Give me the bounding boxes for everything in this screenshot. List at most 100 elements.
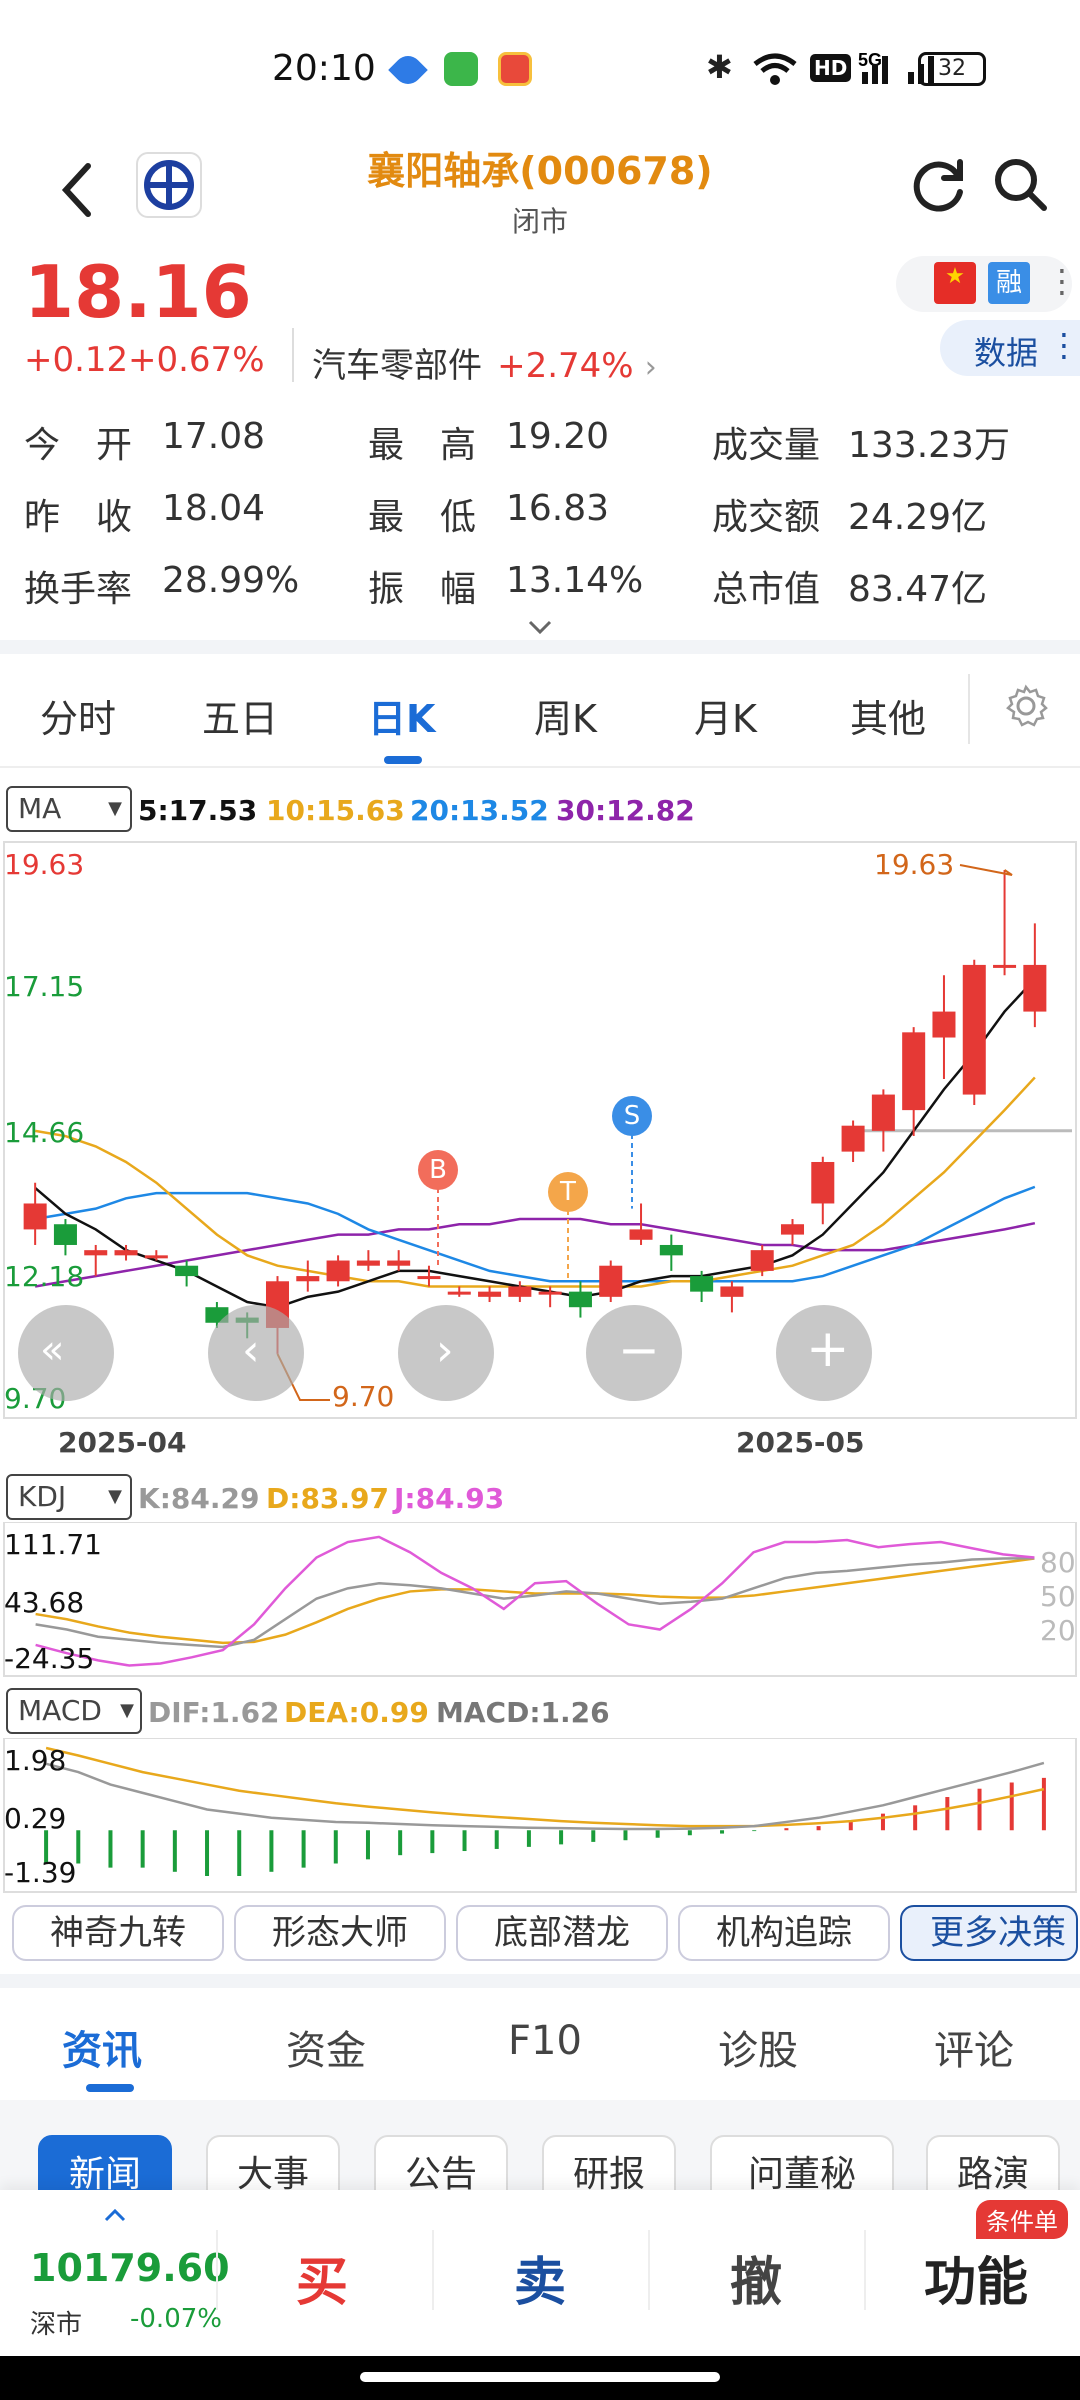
- section-divider: [0, 1974, 1080, 1988]
- candle-body: [871, 1094, 895, 1131]
- conditional-order-badge[interactable]: 条件单: [976, 2200, 1068, 2239]
- zoom-out-button[interactable]: −: [586, 1305, 682, 1401]
- svg-text:5G: 5G: [858, 50, 882, 70]
- sell-marker-label: S: [623, 1101, 641, 1131]
- x-axis-label: 2025-04: [58, 1426, 187, 1459]
- refresh-icon[interactable]: [910, 154, 970, 214]
- scroll-left-fast-button[interactable]: «: [18, 1305, 114, 1401]
- tab-wuri[interactable]: 五日: [202, 688, 278, 743]
- tab-f10[interactable]: F10: [508, 2018, 582, 2064]
- expand-chevron-icon[interactable]: [526, 618, 554, 636]
- candle: [811, 1156, 835, 1225]
- zoom-in-button[interactable]: +: [776, 1305, 872, 1401]
- candle-body: [841, 1125, 865, 1152]
- macd-indicator-select[interactable]: MACD ▼: [6, 1688, 142, 1734]
- stat-value: 83.47亿: [848, 569, 988, 610]
- y-axis-label: 111.71: [4, 1528, 102, 1561]
- home-indicator[interactable]: [360, 2372, 720, 2382]
- y-axis-label: 0.29: [4, 1802, 67, 1835]
- tab-yuek[interactable]: 月K: [694, 688, 757, 743]
- main-indicator-select[interactable]: MA ▼: [6, 786, 132, 832]
- tab-funds[interactable]: 资金: [286, 2018, 366, 2076]
- price-change-pct: +0.67%: [128, 340, 265, 380]
- tab-qita[interactable]: 其他: [850, 688, 926, 743]
- y-axis-label: 12.18: [4, 1260, 85, 1293]
- buy-marker[interactable]: B: [418, 1150, 458, 1190]
- candle: [326, 1255, 350, 1287]
- price-change: +0.12: [24, 340, 129, 380]
- kdj-chart[interactable]: [0, 1522, 1080, 1678]
- scroll-left-button[interactable]: ‹: [208, 1305, 304, 1401]
- wechat-notify-icon: [444, 52, 478, 86]
- tab-news[interactable]: 资讯: [62, 2018, 142, 2076]
- ma5-line: [34, 978, 1036, 1309]
- strategy-button-dibu[interactable]: 底部潜龙: [456, 1905, 668, 1961]
- candle: [932, 975, 956, 1080]
- active-tab-underline: [384, 756, 422, 764]
- kdj-j-line: [35, 1535, 1035, 1667]
- cancel-order-button[interactable]: 撤: [730, 2240, 782, 2315]
- settings-gear-icon[interactable]: [1004, 684, 1048, 728]
- candle: [659, 1234, 683, 1271]
- strategy-button-more[interactable]: 更多决策: [900, 1905, 1078, 1961]
- stat-value: 28.99%: [162, 560, 300, 601]
- candle-body: [296, 1276, 320, 1282]
- tab-rik[interactable]: 日K: [368, 688, 435, 743]
- candle-body: [568, 1291, 592, 1308]
- candle-body: [23, 1203, 47, 1230]
- y-axis-label: -1.39: [4, 1856, 77, 1889]
- divider-line: [216, 2230, 218, 2310]
- data-button[interactable]: 数据 ⋮: [940, 320, 1080, 376]
- sector-link[interactable]: 汽车零部件 +2.74% ›: [312, 338, 662, 388]
- candle-body: [750, 1250, 774, 1271]
- stat-value: 24.29亿: [848, 497, 988, 538]
- stat-value: 16.83: [506, 488, 610, 529]
- stat-value: 17.08: [162, 416, 266, 457]
- candle-body: [356, 1260, 380, 1266]
- tab-zhouk[interactable]: 周K: [534, 688, 597, 743]
- tab-fenshi[interactable]: 分时: [40, 688, 116, 743]
- index-name: 深市: [30, 2310, 83, 2340]
- chevron-up-icon[interactable]: [104, 2208, 126, 2222]
- macd-dea-line: [45, 1746, 1045, 1828]
- tab-diagnose[interactable]: 诊股: [718, 2018, 798, 2076]
- candle-body: [811, 1161, 835, 1204]
- sell-button[interactable]: 卖: [514, 2240, 566, 2315]
- minus-icon: −: [618, 1321, 660, 1379]
- kdj-indicator-label: KDJ: [18, 1480, 67, 1513]
- shop-notify-icon: [498, 52, 532, 86]
- scroll-right-button[interactable]: ›: [398, 1305, 494, 1401]
- strategy-button-jiuzhuan[interactable]: 神奇九转: [12, 1905, 224, 1961]
- search-icon[interactable]: [990, 154, 1050, 214]
- candle: [23, 1182, 47, 1245]
- index-change: -0.07%: [130, 2304, 222, 2334]
- candle-body: [326, 1260, 350, 1282]
- battery-level: 32: [938, 56, 966, 81]
- rong-badge[interactable]: 融: [988, 262, 1030, 304]
- candle: [962, 959, 986, 1105]
- candle-body: [629, 1229, 653, 1240]
- kline-chart[interactable]: [0, 840, 1080, 1460]
- candle-body: [690, 1276, 714, 1292]
- chevron-left-icon: ‹: [242, 1325, 260, 1376]
- low-annotation: 9.70: [332, 1380, 395, 1413]
- chevron-right-icon: ›: [436, 1325, 454, 1376]
- x-axis-label: 2025-05: [736, 1426, 865, 1459]
- dropdown-icon: ▼: [108, 1486, 122, 1507]
- t-marker[interactable]: T: [548, 1172, 588, 1212]
- candle: [478, 1286, 502, 1303]
- more-vert-icon[interactable]: ⋮: [1046, 262, 1078, 300]
- kdj-d-legend: D:83.97: [266, 1482, 390, 1515]
- strategy-button-xingtai[interactable]: 形态大师: [234, 1905, 446, 1961]
- function-button[interactable]: 功能: [924, 2240, 1028, 2315]
- battery-icon: 32: [918, 52, 986, 86]
- divider-line: [292, 328, 294, 382]
- tab-comments[interactable]: 评论: [934, 2018, 1014, 2076]
- sell-marker[interactable]: S: [612, 1096, 652, 1136]
- macd-chart[interactable]: [0, 1738, 1080, 1894]
- strategy-button-jigou[interactable]: 机构追踪: [678, 1905, 890, 1961]
- active-tab-underline: [86, 2084, 134, 2092]
- candle-body: [175, 1265, 199, 1277]
- kdj-indicator-select[interactable]: KDJ ▼: [6, 1474, 132, 1520]
- buy-button[interactable]: 买: [296, 2240, 348, 2315]
